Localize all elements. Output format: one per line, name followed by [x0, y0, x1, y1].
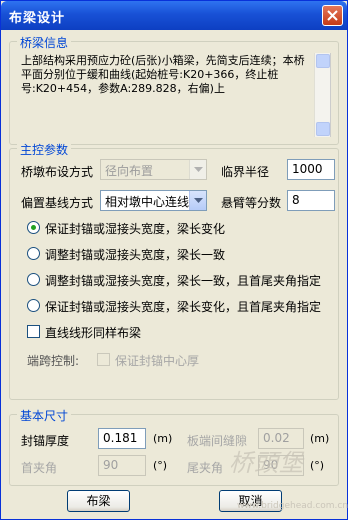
straight-same-checkbox[interactable]	[27, 325, 40, 338]
close-button[interactable]	[322, 5, 343, 26]
pier-layout-value: 径向布置	[105, 164, 154, 178]
basic-size-title: 基本尺寸	[17, 407, 72, 424]
watermark-url: www.bridgehead.com.cn	[237, 501, 348, 511]
close-icon	[327, 10, 338, 21]
radio-option-label: 调整封锚或湿接头宽度，梁长一致，且首尾夹角指定	[45, 274, 322, 288]
main-params-title: 主控参数	[17, 141, 72, 158]
radio-option-label: 调整封锚或湿接头宽度，梁长一致	[45, 248, 226, 262]
radio-option-label: 保证封锚或湿接头宽度，梁长变化，且首尾夹角指定	[45, 300, 322, 314]
unit-degree-label: (°)	[310, 459, 325, 472]
radio-option-label: 保证封锚或湿接头宽度，梁长变化	[45, 222, 226, 236]
layout-beam-button[interactable]: 布梁	[67, 490, 130, 512]
radio-button[interactable]	[27, 247, 40, 260]
anchor-center-checkbox[interactable]	[97, 353, 110, 366]
offset-baseline-select[interactable]: 相对墩中心连线	[100, 190, 207, 211]
bridge-info-text: 上部结构采用预应力砼(后张)小箱梁，先简支后连续；本桥平面分别位于缓和曲线(起始…	[21, 54, 305, 95]
end-span-label: 端跨控制:	[27, 354, 80, 368]
pier-layout-select[interactable]: 径向布置	[100, 159, 207, 180]
unit-degree-label: (°)	[153, 459, 168, 472]
radio-button[interactable]	[27, 299, 40, 312]
pier-layout-dropdown-button[interactable]	[189, 160, 206, 179]
critical-radius-input[interactable]: 1000	[287, 159, 335, 180]
offset-baseline-value: 相对墩中心连线	[105, 195, 190, 209]
anchor-thickness-label: 封锚厚度	[21, 434, 70, 448]
title-bar[interactable]: 布梁设计	[1, 1, 347, 30]
first-angle-label: 首夹角	[21, 461, 58, 475]
radio-selected-dot	[31, 225, 36, 230]
straight-same-label: 直线线形同样布梁	[45, 326, 142, 340]
unit-m-label: (m)	[310, 432, 330, 445]
unit-m-label: (m)	[153, 432, 173, 445]
cantilever-divisions-input[interactable]: 8	[287, 190, 335, 211]
scroll-down-button[interactable]	[316, 122, 330, 136]
watermark-logo: 桥頭堡	[229, 449, 304, 477]
bridge-info-textarea[interactable]: 上部结构采用预应力砼(后张)小箱梁，先简支后连续；本桥平面分别位于缓和曲线(起始…	[19, 53, 331, 137]
last-angle-label: 尾夹角	[187, 461, 224, 475]
chevron-down-icon	[194, 198, 203, 203]
bridge-info-title: 桥梁信息	[17, 34, 72, 51]
critical-radius-label: 临界半径	[221, 165, 270, 179]
info-scrollbar[interactable]	[314, 53, 330, 137]
chevron-down-icon	[194, 167, 203, 172]
radio-button[interactable]	[27, 273, 40, 286]
anchor-thickness-input[interactable]: 0.181	[98, 428, 146, 449]
scroll-up-button[interactable]	[316, 54, 330, 68]
anchor-center-label: 保证封锚中心厚	[115, 354, 200, 368]
offset-baseline-label: 偏置基线方式	[21, 196, 94, 210]
radio-button[interactable]	[27, 221, 40, 234]
cantilever-divisions-label: 悬臂等分数	[221, 196, 282, 210]
pier-layout-label: 桥墩布设方式	[21, 165, 94, 179]
dialog-window: 布梁设计 桥梁信息 上部结构采用预应力砼(后张)小箱梁，先简支后连续；本桥平面分…	[0, 0, 348, 520]
window-title: 布梁设计	[9, 11, 66, 26]
offset-baseline-dropdown-button[interactable]	[189, 191, 206, 210]
first-angle-input[interactable]: 90	[98, 455, 146, 476]
